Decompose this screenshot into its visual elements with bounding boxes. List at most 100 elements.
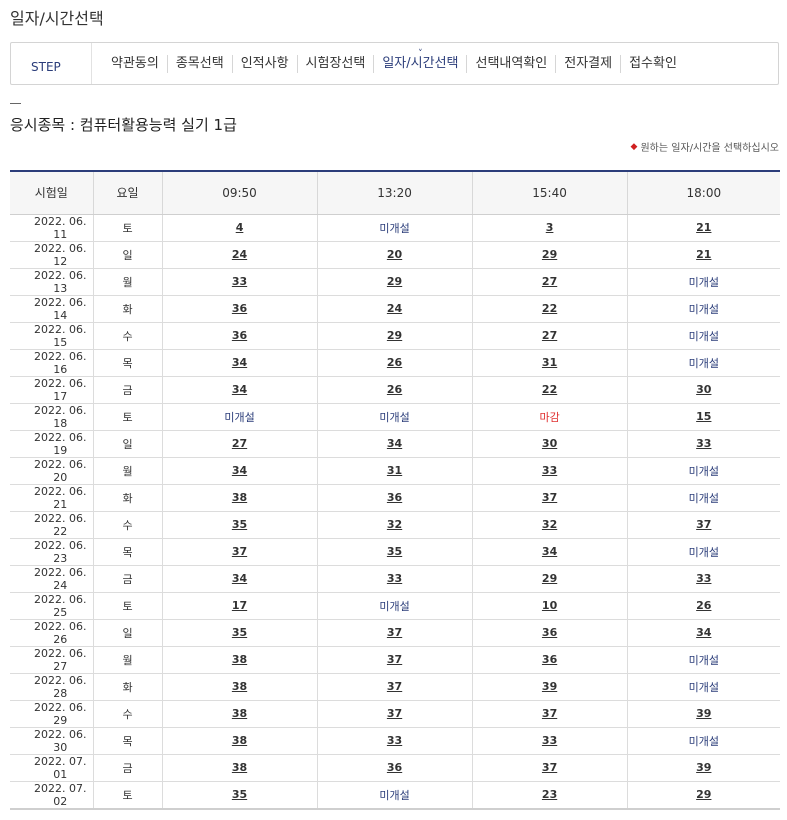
seat-count-link[interactable]: 38 [232,707,247,720]
seat-count-link[interactable]: 37 [696,518,711,531]
seat-count-link[interactable]: 37 [387,653,402,666]
seat-count-link[interactable]: 4 [236,221,244,234]
slot-cell: 29 [316,268,473,296]
seat-count-link[interactable]: 30 [542,437,557,450]
seat-count-link[interactable]: 32 [542,518,557,531]
seat-count-link[interactable]: 36 [542,626,557,639]
seat-count-link[interactable]: 38 [232,680,247,693]
seat-count-link[interactable]: 39 [542,680,557,693]
seat-count-link[interactable]: 38 [232,761,247,774]
exam-date-cell: 2022. 06. 24 [10,565,93,593]
exam-date-cell: 2022. 06. 18 [10,403,93,431]
slot-cell: 23 [471,781,628,810]
seat-count-link[interactable]: 35 [232,518,247,531]
seat-count-link[interactable]: 27 [542,275,557,288]
seat-count-link[interactable]: 27 [232,437,247,450]
slot-cell: 36 [316,754,473,782]
table-row: 2022. 06. 26 일 35 37 36 34 [10,619,780,647]
seat-count-link[interactable]: 33 [387,572,402,585]
seat-count-link[interactable]: 36 [232,302,247,315]
seat-count-link[interactable]: 39 [696,707,711,720]
slot-cell: 36 [471,646,628,674]
weekday-cell: 월 [92,646,162,674]
seat-count-link[interactable]: 37 [542,761,557,774]
seat-count-link[interactable]: 29 [542,572,557,585]
seat-count-link[interactable]: 36 [387,491,402,504]
seat-count-link[interactable]: 38 [232,653,247,666]
seat-count-link[interactable]: 20 [387,248,402,261]
seat-count-link[interactable]: 31 [542,356,557,369]
seat-count-link[interactable]: 35 [387,545,402,558]
seat-count-link[interactable]: 24 [387,302,402,315]
seat-count-link[interactable]: 36 [387,761,402,774]
seat-count-link[interactable]: 36 [542,653,557,666]
seat-count-link[interactable]: 38 [232,491,247,504]
seat-count-link[interactable]: 15 [696,410,711,423]
schedule-table: 시험일 요일 09:50 13:20 15:40 18:00 2022. 06.… [10,170,780,810]
seat-count-link[interactable]: 24 [232,248,247,261]
seat-count-link[interactable]: 27 [542,329,557,342]
seat-count-link[interactable]: 17 [232,599,247,612]
seat-count-link[interactable]: 34 [542,545,557,558]
seat-count-link[interactable]: 26 [696,599,711,612]
table-row: 2022. 06. 14 화 36 24 22 미개설 [10,295,780,323]
table-row: 2022. 06. 29 수 38 37 37 39 [10,700,780,728]
seat-count-link[interactable]: 33 [696,437,711,450]
seat-count-link[interactable]: 37 [542,707,557,720]
seat-count-link[interactable]: 33 [232,275,247,288]
seat-count-link[interactable]: 32 [387,518,402,531]
seat-count-link[interactable]: 29 [387,275,402,288]
seat-count-link[interactable]: 3 [546,221,554,234]
seat-count-link[interactable]: 23 [542,788,557,801]
seat-count-link[interactable]: 35 [232,626,247,639]
exam-date-cell: 2022. 07. 01 [10,754,93,782]
seat-count-link[interactable]: 35 [232,788,247,801]
seat-count-link[interactable]: 39 [696,761,711,774]
seat-count-link[interactable]: 29 [387,329,402,342]
seat-count-link[interactable]: 29 [542,248,557,261]
slot-cell: 미개설 [316,781,473,810]
weekday-cell: 수 [92,511,162,539]
seat-count-link[interactable]: 26 [387,383,402,396]
slot-cell: 미개설 [626,322,780,350]
seat-count-link[interactable]: 26 [387,356,402,369]
seat-count-link[interactable]: 34 [696,626,711,639]
seat-count-link[interactable]: 34 [232,464,247,477]
seat-count-link[interactable]: 37 [542,491,557,504]
seat-count-link[interactable]: 38 [232,734,247,747]
weekday-cell: 목 [92,538,162,566]
slot-cell: 29 [626,781,780,810]
seat-count-link[interactable]: 34 [232,356,247,369]
slot-cell: 33 [626,430,780,458]
section-divider [10,103,21,104]
slot-cell: 3 [471,214,628,242]
slot-cell: 10 [471,592,628,620]
not-opened-label: 미개설 [688,329,719,343]
seat-count-link[interactable]: 33 [696,572,711,585]
seat-count-link[interactable]: 33 [387,734,402,747]
seat-count-link[interactable]: 22 [542,383,557,396]
seat-count-link[interactable]: 36 [232,329,247,342]
step-item-label: 인적사항 [240,56,289,71]
seat-count-link[interactable]: 21 [696,248,711,261]
seat-count-link[interactable]: 37 [387,626,402,639]
slot-cell: 30 [626,376,780,404]
seat-count-link[interactable]: 37 [387,707,402,720]
seat-count-link[interactable]: 31 [387,464,402,477]
seat-count-link[interactable]: 22 [542,302,557,315]
seat-count-link[interactable]: 29 [696,788,711,801]
seat-count-link[interactable]: 34 [387,437,402,450]
seat-count-link[interactable]: 33 [542,464,557,477]
slot-cell: 33 [471,727,628,755]
exam-date-cell: 2022. 06. 28 [10,673,93,701]
seat-count-link[interactable]: 37 [232,545,247,558]
seat-count-link[interactable]: 21 [696,221,711,234]
seat-count-link[interactable]: 33 [542,734,557,747]
seat-count-link[interactable]: 34 [232,383,247,396]
slot-cell: 37 [626,511,780,539]
seat-count-link[interactable]: 34 [232,572,247,585]
seat-count-link[interactable]: 10 [542,599,557,612]
seat-count-link[interactable]: 37 [387,680,402,693]
seat-count-link[interactable]: 30 [696,383,711,396]
slot-cell: 33 [316,565,473,593]
